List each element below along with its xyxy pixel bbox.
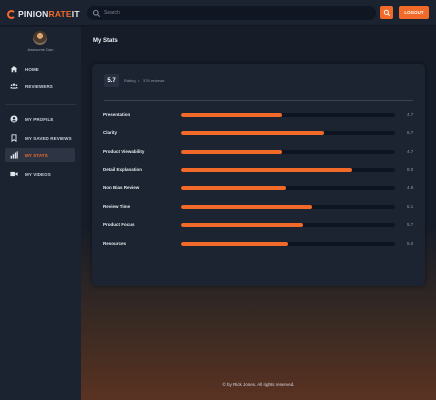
search-button[interactable] [380, 6, 393, 19]
footer-copyright: © by Rick Jones. All rights reserved. [222, 382, 295, 387]
stat-value: 8.0 [407, 167, 414, 172]
rating-label: Rating [124, 78, 136, 83]
stat-value: 4.9 [407, 185, 414, 190]
stat-bar-track [181, 113, 395, 117]
logo-text-pinion: PINION [18, 8, 49, 19]
stat-row-product-viewability: Product Viewability 4.7 [103, 148, 418, 156]
reviews-count: 376 reviews [143, 78, 165, 83]
stats-icon [10, 151, 18, 159]
rating-separator: • [138, 78, 140, 83]
sidebar-item-label: HOME [25, 66, 39, 72]
users-icon [10, 82, 18, 90]
sidebar-item-label: REVIEWERS [25, 83, 53, 89]
stat-row-resources: Resources 5.0 [103, 240, 418, 248]
sidebar: Awesome Dan HOME REVIEWERS MY PROFILE MY… [0, 27, 81, 400]
stat-value: 6.1 [407, 204, 414, 209]
logout-button[interactable]: LOGOUT [399, 6, 429, 19]
stat-bar-track [181, 205, 395, 209]
stat-value: 4.7 [407, 149, 414, 154]
overall-score: 5.7 [104, 74, 119, 87]
stat-label: Product Focus [103, 222, 135, 227]
sidebar-item-my-stats[interactable]: MY STATS [5, 148, 75, 162]
main-content: My Stats 5.7 Rating • 376 reviews Presen… [81, 27, 436, 400]
stat-value: 5.0 [407, 241, 414, 246]
sidebar-item-my-profile[interactable]: MY PROFILE [5, 112, 75, 126]
stat-bar-track [181, 186, 395, 190]
stat-label: Presentation [103, 112, 131, 117]
stat-bar-track [181, 223, 395, 227]
logo-text-it: IT [71, 8, 80, 19]
search-icon [92, 9, 101, 18]
logo[interactable]: PINIONRATEIT [7, 8, 80, 20]
stat-value: 5.7 [407, 222, 414, 227]
sidebar-divider [5, 104, 76, 105]
stat-bar-fill [181, 205, 312, 209]
stat-bar-fill [181, 186, 286, 190]
avatar[interactable] [33, 31, 47, 45]
stat-label: Resources [103, 241, 127, 246]
sidebar-item-label: MY SAVED REVIEWS [25, 135, 72, 141]
stat-bar-fill [181, 131, 325, 135]
stat-label: Review Time [103, 204, 131, 209]
top-bar: PINIONRATEIT LOGOUT [0, 0, 436, 26]
stat-bar-track [181, 168, 395, 172]
stat-bar-track [181, 131, 395, 135]
logo-text-rate: RATE [48, 8, 72, 19]
search-button-icon [383, 9, 390, 16]
stat-value: 6.7 [407, 130, 414, 135]
home-icon [10, 65, 18, 73]
stat-value: 4.7 [407, 112, 414, 117]
stats-card: 5.7 Rating • 376 reviews Presentation 4.… [92, 64, 425, 286]
stat-row-non-bias-review: Non Bias Review 4.9 [103, 184, 418, 192]
stat-row-clarity: Clarity 6.7 [103, 129, 418, 137]
sidebar-item-my-saved-reviews[interactable]: MY SAVED REVIEWS [5, 131, 75, 145]
stat-bar-track [181, 242, 395, 246]
stat-bar-fill [181, 223, 303, 227]
sidebar-item-label: MY PROFILE [25, 116, 54, 122]
sidebar-item-home[interactable]: HOME [5, 62, 75, 76]
stat-bar-fill [181, 150, 282, 154]
page-title: My Stats [93, 38, 118, 44]
sidebar-item-label: MY VIDEOS [25, 171, 51, 177]
stat-bar-fill [181, 113, 282, 117]
card-divider [104, 100, 413, 101]
search-bar [87, 6, 376, 20]
sidebar-item-reviewers[interactable]: REVIEWERS [5, 79, 75, 93]
stat-bar-fill [181, 242, 288, 246]
sidebar-item-my-videos[interactable]: MY VIDEOS [5, 167, 75, 181]
user-name: Awesome Dan [27, 47, 54, 52]
stat-label: Non Bias Review [103, 185, 140, 190]
stat-bar-fill [181, 168, 353, 172]
stat-label: Product Viewability [103, 149, 145, 154]
stat-label: Detail Explanation [103, 167, 143, 172]
stat-row-presentation: Presentation 4.7 [103, 111, 418, 119]
stat-label: Clarity [103, 130, 118, 135]
profile-icon [10, 115, 18, 123]
logo-mark-icon [7, 9, 16, 19]
stat-bar-track [181, 150, 395, 154]
stat-row-detail-explanation: Detail Explanation 8.0 [103, 166, 418, 174]
bookmark-icon [10, 134, 18, 142]
stat-row-review-time: Review Time 6.1 [103, 203, 418, 211]
video-icon [10, 170, 18, 178]
sidebar-item-label: MY STATS [25, 152, 48, 158]
stat-row-product-focus: Product Focus 5.7 [103, 221, 418, 229]
search-input[interactable] [104, 10, 364, 16]
